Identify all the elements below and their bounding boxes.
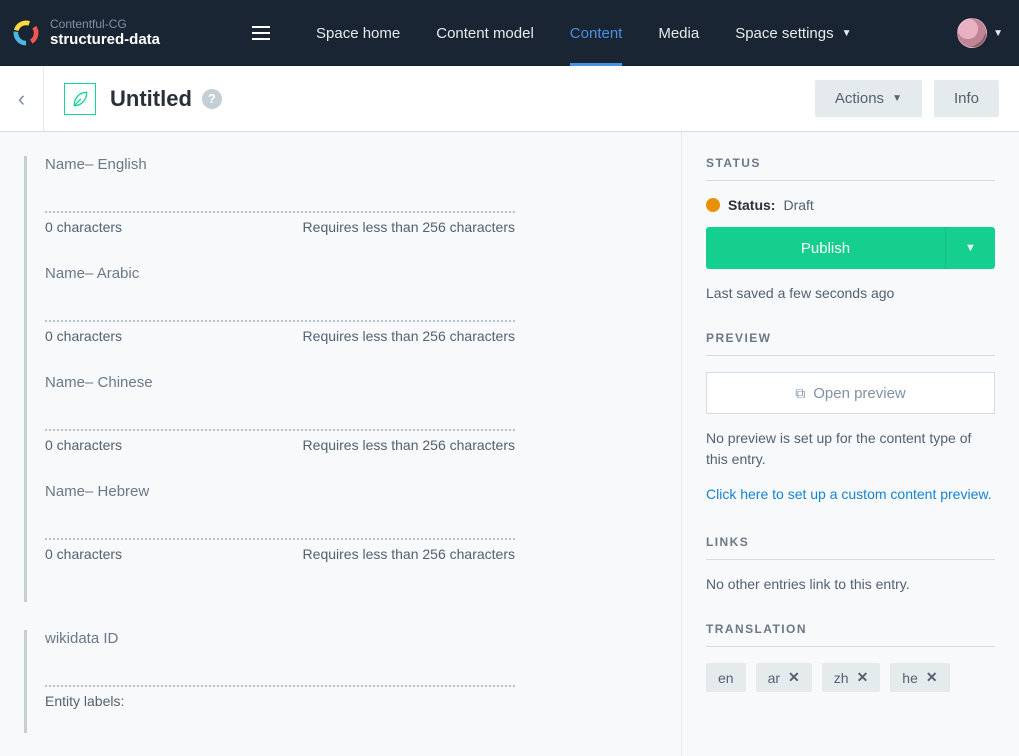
contentful-logo-icon: [12, 19, 40, 47]
status-heading: STATUS: [706, 156, 995, 181]
status-row: Status: Draft: [706, 197, 995, 213]
preview-setup-link[interactable]: Click here to set up a custom content pr…: [706, 484, 995, 505]
char-hint: Requires less than 256 characters: [303, 546, 515, 562]
status-value: Draft: [783, 197, 813, 213]
publish-button[interactable]: Publish: [706, 227, 945, 269]
field-name-arabic: Name– Arabic 0 characters Requires less …: [45, 265, 681, 344]
locale-chip-label: he: [902, 670, 918, 686]
locale-chip-ar[interactable]: ar ✕: [756, 663, 812, 692]
field-group-names: Name– English 0 characters Requires less…: [24, 156, 681, 602]
chevron-down-icon: ▼: [993, 28, 1003, 39]
close-icon[interactable]: ✕: [926, 669, 938, 686]
field-label: Name– Chinese: [45, 374, 681, 391]
text-input[interactable]: [45, 191, 515, 213]
status-section: STATUS Status: Draft Publish ▼ Last save…: [706, 156, 995, 301]
hamburger-menu-icon[interactable]: [252, 26, 270, 40]
nav-space-settings-label: Space settings: [735, 25, 833, 42]
field-name-chinese: Name– Chinese 0 characters Requires less…: [45, 374, 681, 453]
logo-block: Contentful-CG structured-data: [12, 17, 252, 49]
page-title: Untitled: [110, 86, 192, 112]
open-preview-label: Open preview: [813, 385, 906, 402]
field-label: wikidata ID: [45, 630, 681, 647]
field-label: Name– Hebrew: [45, 483, 681, 500]
text-input[interactable]: [45, 409, 515, 431]
preview-help-text: No preview is set up for the content typ…: [706, 428, 995, 470]
text-input[interactable]: [45, 665, 515, 687]
open-preview-button[interactable]: ⧉ Open preview: [706, 372, 995, 414]
space-name[interactable]: structured-data: [50, 31, 160, 49]
publish-dropdown-button[interactable]: ▼: [945, 227, 995, 269]
nav-media[interactable]: Media: [640, 0, 717, 66]
links-section: LINKS No other entries link to this entr…: [706, 535, 995, 592]
locale-chip-label: zh: [834, 670, 849, 686]
field-wikidata-id: wikidata ID Entity labels:: [45, 630, 681, 709]
text-input[interactable]: [45, 518, 515, 540]
field-name-hebrew: Name– Hebrew 0 characters Requires less …: [45, 483, 681, 562]
primary-nav: Space home Content model Content Media S…: [298, 0, 870, 66]
chevron-down-icon: ▼: [892, 93, 902, 104]
translation-section: TRANSLATION en ar ✕ zh ✕ he ✕: [706, 622, 995, 692]
back-button[interactable]: ‹: [0, 66, 44, 131]
preview-section: PREVIEW ⧉ Open preview No preview is set…: [706, 331, 995, 505]
chevron-left-icon: ‹: [18, 86, 25, 112]
content-type-icon: [64, 83, 96, 115]
char-count: 0 characters: [45, 437, 122, 453]
locale-chip-en[interactable]: en: [706, 663, 746, 692]
info-button-label: Info: [954, 90, 979, 107]
translation-heading: TRANSLATION: [706, 622, 995, 647]
top-navigation: Contentful-CG structured-data Space home…: [0, 0, 1019, 66]
chevron-down-icon: ▼: [842, 28, 852, 39]
preview-heading: PREVIEW: [706, 331, 995, 356]
external-link-icon: ⧉: [795, 385, 805, 402]
nav-space-home[interactable]: Space home: [298, 0, 418, 66]
status-dot-icon: [706, 198, 720, 212]
char-count: 0 characters: [45, 546, 122, 562]
close-icon[interactable]: ✕: [788, 669, 800, 686]
field-label: Name– English: [45, 156, 681, 173]
field-name-english: Name– English 0 characters Requires less…: [45, 156, 681, 235]
text-input[interactable]: [45, 300, 515, 322]
translation-chips: en ar ✕ zh ✕ he ✕: [706, 663, 995, 692]
nav-content-model[interactable]: Content model: [418, 0, 552, 66]
entity-labels-label: Entity labels:: [45, 693, 681, 709]
links-heading: LINKS: [706, 535, 995, 560]
chevron-down-icon: ▼: [965, 242, 976, 254]
locale-chip-zh[interactable]: zh ✕: [822, 663, 881, 692]
status-label: Status:: [728, 197, 775, 213]
char-hint: Requires less than 256 characters: [303, 219, 515, 235]
publish-row: Publish ▼: [706, 227, 995, 269]
char-hint: Requires less than 256 characters: [303, 437, 515, 453]
last-saved-text: Last saved a few seconds ago: [706, 285, 995, 301]
editor-pane: Name– English 0 characters Requires less…: [0, 132, 681, 756]
actions-button-label: Actions: [835, 90, 884, 107]
char-count: 0 characters: [45, 219, 122, 235]
nav-space-settings[interactable]: Space settings ▼: [717, 0, 869, 66]
locale-chip-he[interactable]: he ✕: [890, 663, 949, 692]
info-button[interactable]: Info: [934, 80, 999, 117]
user-menu[interactable]: ▼: [957, 18, 1003, 48]
char-hint: Requires less than 256 characters: [303, 328, 515, 344]
title-bar: ‹ Untitled ? Actions ▼ Info: [0, 66, 1019, 132]
actions-button[interactable]: Actions ▼: [815, 80, 922, 117]
close-icon[interactable]: ✕: [857, 669, 869, 686]
char-count: 0 characters: [45, 328, 122, 344]
help-icon[interactable]: ?: [202, 89, 222, 109]
avatar: [957, 18, 987, 48]
nav-content[interactable]: Content: [552, 0, 641, 66]
field-label: Name– Arabic: [45, 265, 681, 282]
locale-chip-label: ar: [768, 670, 780, 686]
leaf-icon: [70, 89, 90, 109]
locale-chip-label: en: [718, 670, 734, 686]
org-name: Contentful-CG: [50, 17, 160, 31]
sidebar: STATUS Status: Draft Publish ▼ Last save…: [681, 132, 1019, 756]
links-text: No other entries link to this entry.: [706, 576, 995, 592]
field-group-wikidata: wikidata ID Entity labels:: [24, 630, 681, 733]
